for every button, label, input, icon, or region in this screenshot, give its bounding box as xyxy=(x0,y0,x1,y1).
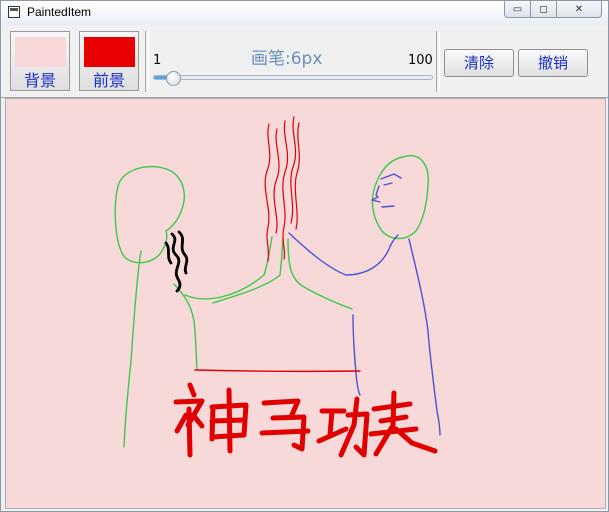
close-icon: ✕ xyxy=(574,3,584,15)
foreground-color-swatch xyxy=(84,37,135,67)
maximize-icon: ◻ xyxy=(539,3,548,15)
pen-width-slider[interactable] xyxy=(153,75,433,80)
close-button[interactable]: ✕ xyxy=(557,1,602,18)
background-color-swatch xyxy=(15,37,66,67)
app-window: PaintedItem ▭ ◻ ✕ 背景 前景 1 画笔:6px 100 清除 … xyxy=(0,0,609,512)
title-bar[interactable]: PaintedItem ▭ ◻ ✕ xyxy=(1,1,608,25)
left-figure-arm-stroke xyxy=(184,236,273,300)
beard-stroke xyxy=(177,230,189,275)
handwritten-text-strokes xyxy=(173,382,438,458)
right-figure-body-stroke xyxy=(352,314,361,396)
undo-button[interactable]: 撤销 xyxy=(518,49,588,77)
window-title: PaintedItem xyxy=(27,5,92,19)
toolbar-separator xyxy=(436,31,440,92)
minimize-button[interactable]: ▭ xyxy=(504,1,531,18)
table-line-stroke xyxy=(194,369,361,373)
canvas-drawing xyxy=(114,116,441,458)
window-controls: ▭ ◻ ✕ xyxy=(504,1,602,19)
left-figure-arm-stroke xyxy=(212,238,284,304)
toolbar: 背景 前景 1 画笔:6px 100 清除 撤销 xyxy=(1,25,608,98)
foreground-color-label: 前景 xyxy=(92,71,125,90)
left-figure-body-stroke xyxy=(123,250,142,448)
background-color-button[interactable]: 背景 xyxy=(10,31,70,91)
right-figure-face-stroke xyxy=(371,173,402,208)
minimize-icon: ▭ xyxy=(512,3,523,15)
pen-width-label: 画笔:6px xyxy=(251,49,323,69)
drawing-canvas[interactable] xyxy=(5,98,606,509)
right-figure-head-stroke xyxy=(371,154,429,240)
right-figure-body-stroke xyxy=(288,232,399,276)
clear-button[interactable]: 清除 xyxy=(444,49,514,77)
app-icon xyxy=(8,6,20,18)
pen-width-slider-handle[interactable] xyxy=(165,71,181,86)
background-color-label: 背景 xyxy=(23,71,56,90)
pen-width-max-label: 100 xyxy=(408,53,433,68)
beard-stroke xyxy=(164,241,173,265)
maximize-button[interactable]: ◻ xyxy=(531,1,557,18)
toolbar-separator xyxy=(145,31,149,92)
right-figure-body-stroke xyxy=(408,238,441,436)
pen-width-min-label: 1 xyxy=(153,53,162,68)
smoke-strokes xyxy=(264,116,300,262)
left-figure-body-stroke xyxy=(173,283,198,370)
beard-stroke xyxy=(170,232,182,293)
foreground-color-button[interactable]: 前景 xyxy=(79,31,139,91)
